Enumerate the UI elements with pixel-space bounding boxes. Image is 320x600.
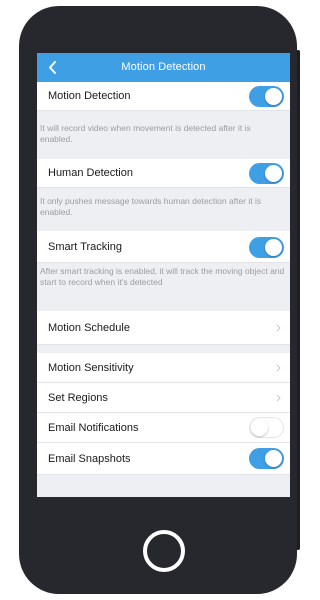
smart-tracking-description: After smart tracking is enabled, it will… xyxy=(40,266,285,287)
motion-detection-description: It will record video when movement is de… xyxy=(40,123,251,144)
email-notifications-toggle[interactable] xyxy=(249,417,284,438)
motion-sensitivity-row[interactable]: Motion Sensitivity xyxy=(37,353,290,383)
home-button[interactable] xyxy=(143,530,185,572)
email-snapshots-row: Email Snapshots xyxy=(37,443,290,475)
email-notifications-label: Email Notifications xyxy=(48,422,139,434)
app-screen: Motion Detection Motion Detection It wil… xyxy=(37,53,290,497)
motion-schedule-label: Motion Schedule xyxy=(48,322,130,334)
toggle-knob xyxy=(265,450,282,467)
toggle-knob xyxy=(265,165,282,182)
toggle-knob xyxy=(265,88,282,105)
chevron-right-icon xyxy=(276,324,281,332)
human-detection-toggle[interactable] xyxy=(249,163,284,184)
toggle-knob xyxy=(251,419,268,436)
motion-detection-label: Motion Detection xyxy=(48,90,131,102)
motion-detection-toggle[interactable] xyxy=(249,86,284,107)
nav-bar: Motion Detection xyxy=(37,53,290,82)
set-regions-label: Set Regions xyxy=(48,392,108,404)
motion-detection-row: Motion Detection xyxy=(37,82,290,111)
toggle-knob xyxy=(265,239,282,256)
page-title: Motion Detection xyxy=(121,61,206,73)
motion-sensitivity-label: Motion Sensitivity xyxy=(48,362,134,374)
email-snapshots-toggle[interactable] xyxy=(249,448,284,469)
email-snapshots-label: Email Snapshots xyxy=(48,453,131,465)
human-detection-row: Human Detection xyxy=(37,159,290,188)
smart-tracking-label: Smart Tracking xyxy=(48,241,122,253)
smart-tracking-toggle[interactable] xyxy=(249,237,284,258)
chevron-right-icon xyxy=(276,364,281,372)
chevron-right-icon xyxy=(276,394,281,402)
email-notifications-row: Email Notifications xyxy=(37,413,290,443)
motion-schedule-row[interactable]: Motion Schedule xyxy=(37,311,290,345)
human-detection-label: Human Detection xyxy=(48,167,133,179)
set-regions-row[interactable]: Set Regions xyxy=(37,383,290,413)
human-detection-description: It only pushes message towards human det… xyxy=(40,196,262,217)
smart-tracking-row: Smart Tracking xyxy=(37,231,290,263)
